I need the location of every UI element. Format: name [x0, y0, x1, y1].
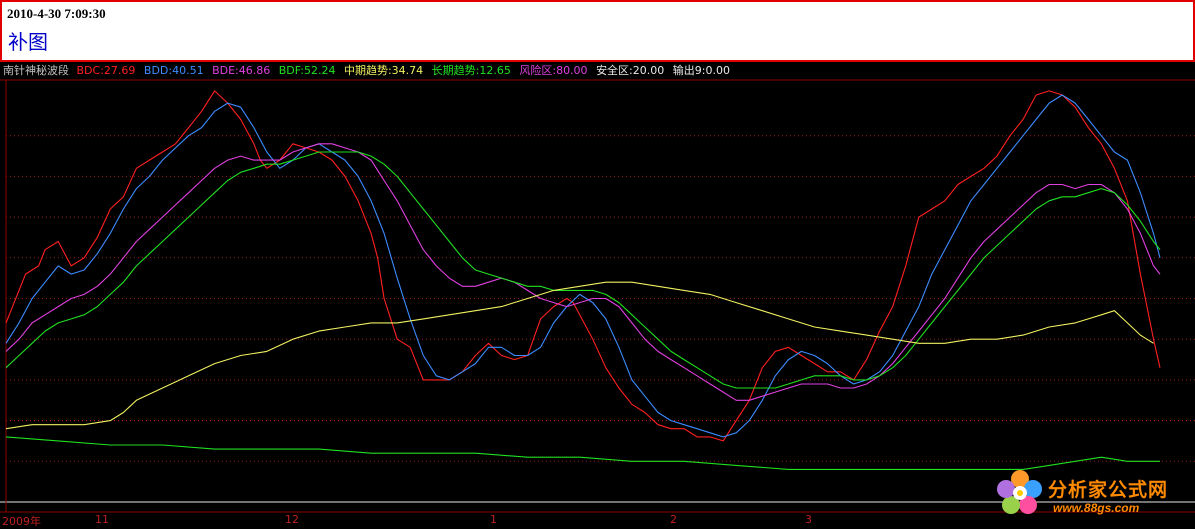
x-axis-label-jan: 1 — [490, 513, 497, 526]
watermark: 分析家公式网 www.88gs.com — [993, 467, 1193, 519]
series-line-BDF — [5, 151, 1161, 389]
watermark-name: 分析家公式网 — [1048, 479, 1169, 501]
series-line-BDE — [5, 143, 1161, 401]
x-axis-label-dec: 12 — [285, 513, 299, 526]
series-line-BDC — [5, 90, 1161, 442]
flower-logo-icon — [997, 470, 1042, 514]
series-line-中期趋势 — [5, 281, 1154, 430]
x-axis-label-mar: 3 — [805, 513, 812, 526]
series-line-长期趋势 — [5, 436, 1160, 470]
series-line-BDD — [5, 94, 1161, 438]
x-axis-label-year: 2009年 — [2, 515, 41, 528]
watermark-url: www.88gs.com — [1053, 501, 1140, 515]
indicator-chart — [0, 79, 1195, 513]
x-axis-label-feb: 2 — [670, 513, 677, 526]
x-axis-label-nov: 11 — [95, 513, 109, 526]
